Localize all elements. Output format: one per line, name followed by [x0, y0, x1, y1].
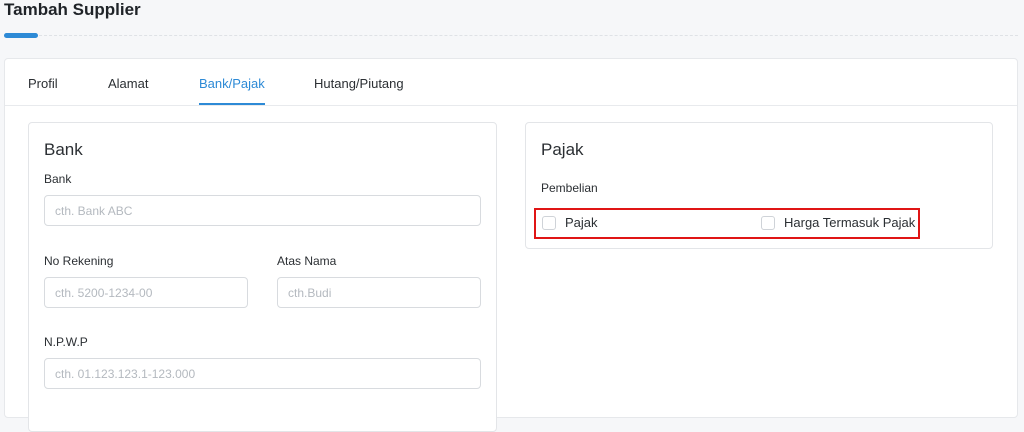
bank-panel-title: Bank — [44, 140, 83, 159]
active-tab-indicator — [199, 103, 265, 105]
pajak-panel: Pajak Pembelian Pajak Harga Termasuk Paj… — [525, 122, 993, 249]
npwp-input[interactable] — [44, 358, 481, 389]
pajak-panel-title: Pajak — [541, 140, 584, 159]
bank-input[interactable] — [44, 195, 481, 226]
tab-profil[interactable]: Profil — [28, 76, 58, 92]
supplier-form-card: Profil Alamat Bank/Pajak Hutang/Piutang … — [4, 58, 1018, 432]
no-rekening-label: No Rekening — [44, 254, 114, 268]
atas-nama-input[interactable] — [277, 277, 481, 308]
no-rekening-input[interactable] — [44, 277, 248, 308]
tab-bank-pajak[interactable]: Bank/Pajak — [199, 76, 265, 92]
pembelian-label: Pembelian — [541, 181, 598, 195]
tab-hutang-piutang[interactable]: Hutang/Piutang — [314, 76, 404, 92]
title-divider — [4, 35, 1018, 36]
bank-field-label: Bank — [44, 172, 72, 186]
tab-bar: Profil Alamat Bank/Pajak Hutang/Piutang — [5, 59, 1017, 106]
bank-panel: Bank Bank No Rekening Atas Nama N.P.W.P — [28, 122, 497, 432]
title-accent-bar — [4, 33, 38, 38]
tab-alamat[interactable]: Alamat — [108, 76, 148, 92]
page-title: Tambah Supplier — [4, 0, 141, 19]
atas-nama-label: Atas Nama — [277, 254, 337, 268]
npwp-label: N.P.W.P — [44, 335, 88, 349]
highlight-annotation-box — [534, 208, 920, 239]
